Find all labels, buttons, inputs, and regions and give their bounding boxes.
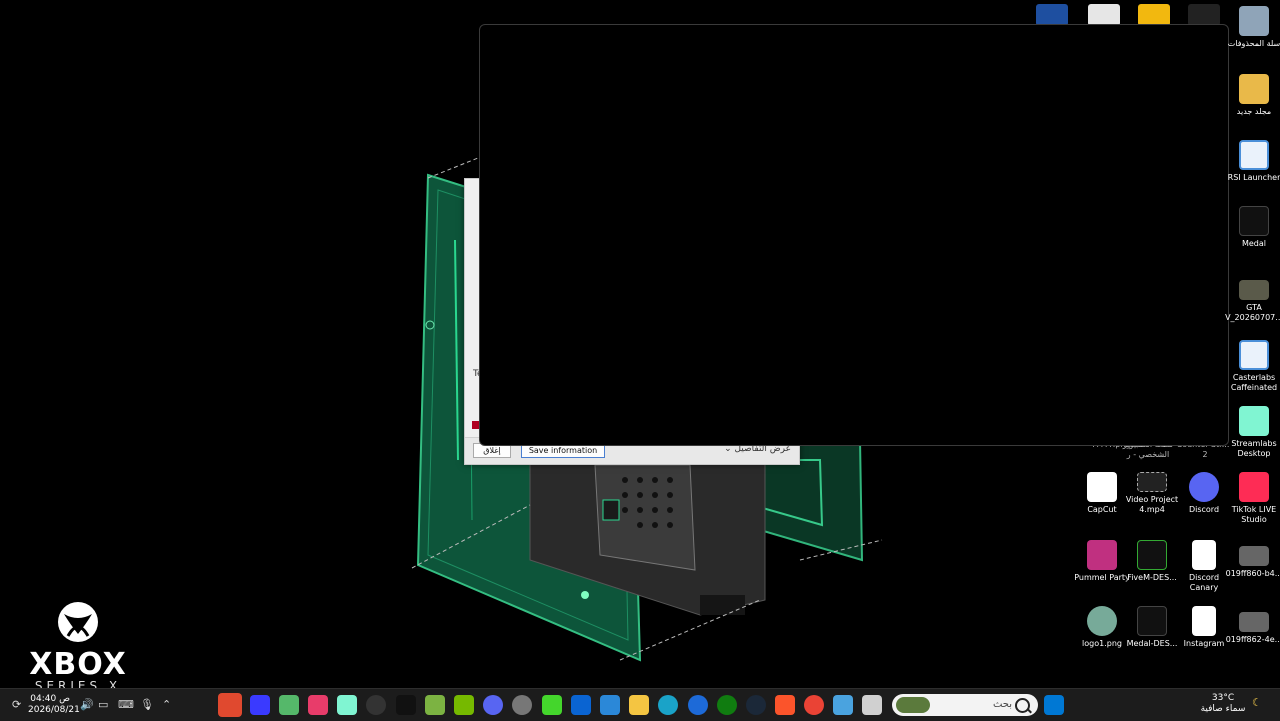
notification-icon[interactable]: ⟳ bbox=[12, 698, 21, 711]
dcs-world-icon[interactable] bbox=[1036, 4, 1068, 26]
keyboard-icon[interactable]: ⌨ bbox=[118, 698, 134, 711]
desktop-icon-medal[interactable]: Medal bbox=[1224, 206, 1280, 249]
taskbar-steam-icon[interactable] bbox=[746, 695, 766, 715]
taskbar-vpn-icon[interactable] bbox=[250, 695, 270, 715]
xbox-logo: XBOX SERIES X bbox=[28, 600, 128, 688]
taskbar-settings-icon[interactable] bbox=[512, 695, 532, 715]
video-thumbnail-icon bbox=[1239, 546, 1269, 566]
taskbar-store-icon[interactable] bbox=[600, 695, 620, 715]
streamlabs-icon bbox=[1239, 406, 1269, 436]
search-placeholder: بحث bbox=[992, 699, 1012, 710]
taskbar-nvidia-icon[interactable] bbox=[454, 695, 474, 715]
taskbar-app-close-red[interactable] bbox=[218, 693, 242, 717]
microphone-icon[interactable]: 🎙 bbox=[140, 698, 154, 711]
desktop-icon-tiktok-live[interactable]: TikTok LIVE Studio bbox=[1224, 472, 1280, 525]
moon-icon: ☾ bbox=[1252, 696, 1262, 709]
taskbar-tiktok-icon[interactable] bbox=[308, 695, 328, 715]
fivem-icon bbox=[1137, 540, 1167, 570]
file-icon bbox=[1192, 540, 1216, 570]
clock-date: 2026/08/21 bbox=[28, 705, 80, 715]
chevron-up-icon[interactable]: ⌃ bbox=[162, 698, 171, 711]
blank-app-window[interactable] bbox=[479, 24, 1229, 446]
medal-icon bbox=[1137, 606, 1167, 636]
desktop-icon-video-019ff862[interactable]: 019ff862-4e... bbox=[1224, 612, 1280, 645]
weather-condition: سماء صافية bbox=[1200, 704, 1246, 714]
folder-icon bbox=[1239, 74, 1269, 104]
desktop-icon-recycle-bin[interactable]: سلة المحذوفات bbox=[1224, 6, 1280, 49]
taskbar-remote-desktop-icon[interactable] bbox=[833, 695, 853, 715]
pummel-party-icon bbox=[1087, 540, 1117, 570]
video-file-icon bbox=[1137, 472, 1167, 492]
clock[interactable]: 04:40 ص 2026/08/21 bbox=[28, 694, 80, 716]
taskbar-generic-icon[interactable] bbox=[862, 695, 882, 715]
taskbar-discord-icon[interactable] bbox=[483, 695, 503, 715]
tiktok-icon bbox=[1239, 472, 1269, 502]
desktop: XBOX SERIES X Te إغلاق Save information … bbox=[0, 0, 1280, 688]
clock-time: 04:40 ص bbox=[30, 694, 70, 704]
search-highlight-icon bbox=[896, 697, 930, 713]
taskbar-razer-cortex-icon[interactable] bbox=[542, 695, 562, 715]
discord-icon bbox=[1189, 472, 1219, 502]
generic-app-icon[interactable] bbox=[1188, 4, 1220, 26]
file-icon bbox=[1192, 606, 1216, 636]
taskbar-bluestacks-icon[interactable] bbox=[425, 695, 445, 715]
medal-icon bbox=[1239, 206, 1269, 236]
recycle-bin-icon bbox=[1239, 6, 1269, 36]
weather-widget[interactable]: 33°C سماء صافية bbox=[1196, 693, 1250, 715]
desktop-icon-video-019ff860[interactable]: 019ff860-b4... bbox=[1224, 546, 1280, 579]
xbox-sphere-icon bbox=[58, 602, 98, 642]
taskbar-ea-icon[interactable] bbox=[688, 695, 708, 715]
series-x-wordmark: SERIES X bbox=[34, 679, 122, 688]
taskbar-chrome-icon[interactable] bbox=[804, 695, 824, 715]
start-button-windows-icon[interactable] bbox=[1044, 695, 1064, 715]
taskbar-file-explorer-icon[interactable] bbox=[629, 695, 649, 715]
volume-icon[interactable]: 🔊 bbox=[80, 698, 94, 711]
chrome-shortcut-icon[interactable] bbox=[1088, 4, 1120, 26]
rsi-launcher-icon bbox=[1239, 140, 1269, 170]
desktop-icon-fivem[interactable]: FiveM-DES... bbox=[1122, 540, 1182, 583]
taskbar-streamlabs-icon[interactable] bbox=[337, 695, 357, 715]
rockstar-launcher-icon[interactable] bbox=[1138, 4, 1170, 26]
desktop-icon-new-folder[interactable]: مجلد جديد bbox=[1224, 74, 1280, 117]
image-thumbnail-icon bbox=[1239, 280, 1269, 300]
xbox-wordmark: XBOX bbox=[29, 647, 127, 682]
taskbar-medal-icon[interactable] bbox=[396, 695, 416, 715]
desktop-icon-rsi-launcher[interactable]: RSI Launcher bbox=[1224, 140, 1280, 183]
taskbar-brave-icon[interactable] bbox=[775, 695, 795, 715]
desktop-icon-video-project[interactable]: Video Project 4.mp4 bbox=[1122, 472, 1182, 515]
video-thumbnail-icon bbox=[1239, 612, 1269, 632]
desktop-icon-medal-des[interactable]: Medal-DES... bbox=[1122, 606, 1182, 649]
desktop-icon-casterlabs[interactable]: Casterlabs Caffeinated bbox=[1224, 340, 1280, 393]
taskbar-outlook-icon[interactable] bbox=[571, 695, 591, 715]
desktop-icon-streamlabs[interactable]: Streamlabs Desktop bbox=[1224, 406, 1280, 459]
temperature: 33°C bbox=[1211, 693, 1235, 703]
desktop-icon-gta-screenshot[interactable]: GTA V_20260707... bbox=[1224, 280, 1280, 323]
network-icon[interactable]: ▭ bbox=[98, 698, 108, 711]
taskbar-xbox-icon[interactable] bbox=[717, 695, 737, 715]
search-box[interactable]: بحث bbox=[892, 694, 1038, 716]
search-icon bbox=[1015, 698, 1030, 713]
taskbar-obs-icon[interactable] bbox=[366, 695, 386, 715]
taskbar-edge-icon[interactable] bbox=[658, 695, 678, 715]
casterlabs-icon bbox=[1239, 340, 1269, 370]
taskbar: ⟳ 04:40 ص 2026/08/21 🔊 ▭ ⌨ 🎙 ⌃ بحث 33°C … bbox=[0, 688, 1280, 721]
capcut-icon bbox=[1087, 472, 1117, 502]
taskbar-nvidia-broadcast-icon[interactable] bbox=[279, 695, 299, 715]
image-file-icon bbox=[1087, 606, 1117, 636]
